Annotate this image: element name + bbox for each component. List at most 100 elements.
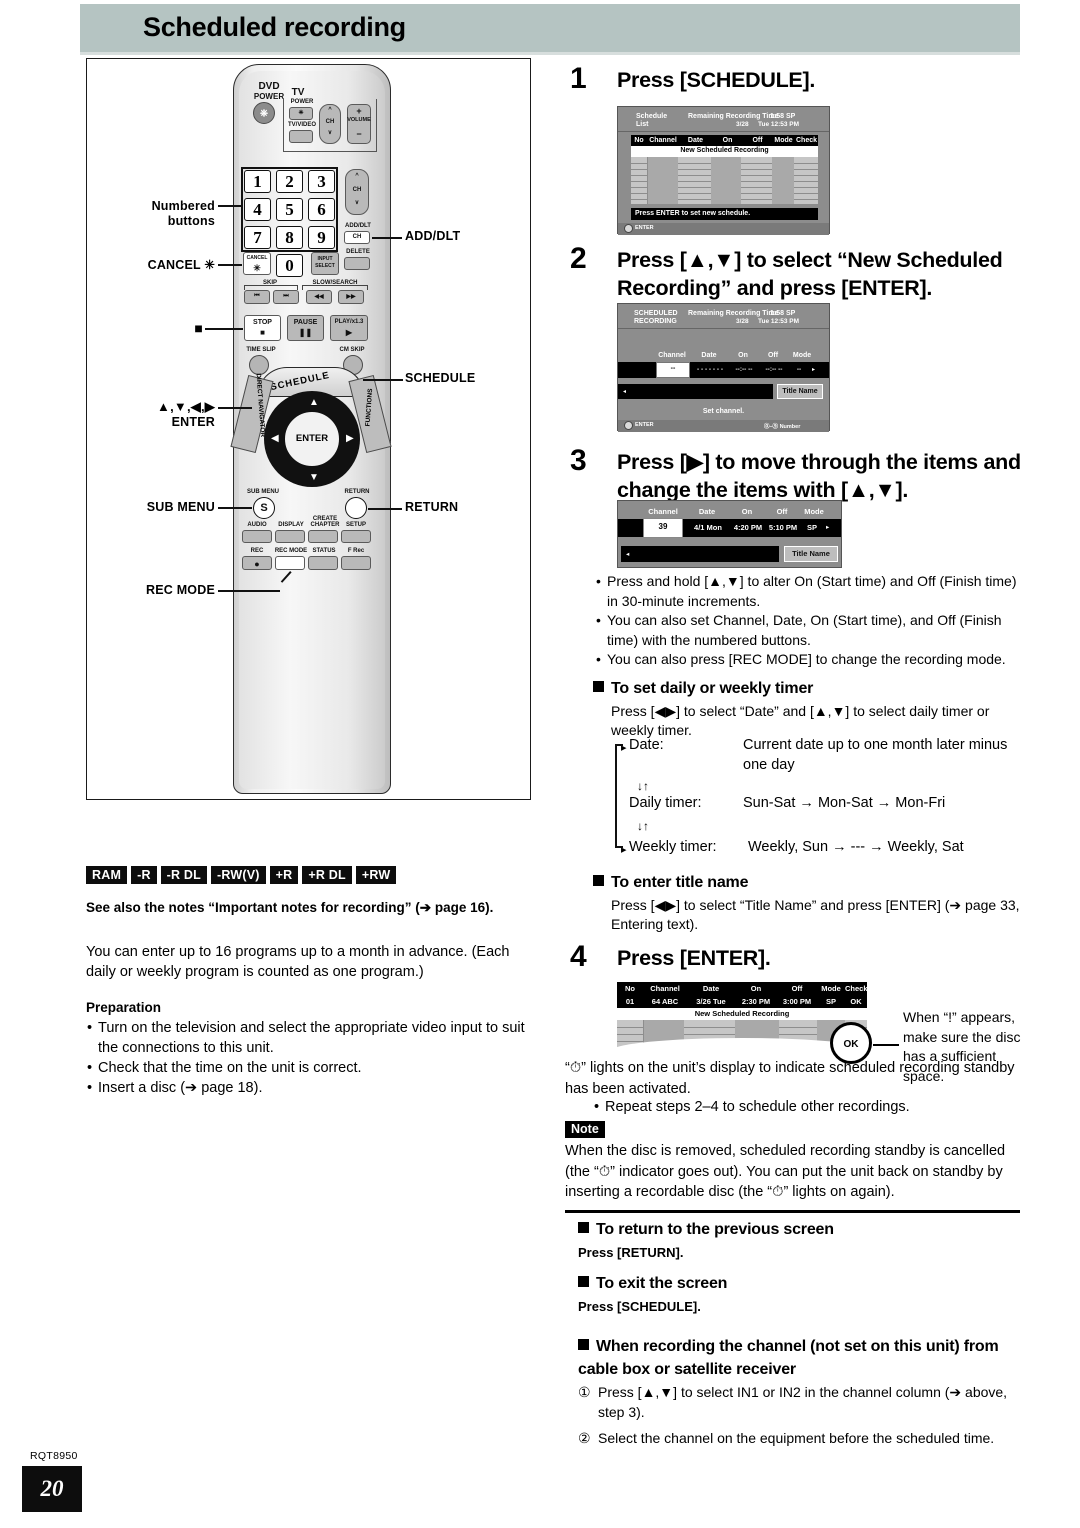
create-chapter-label-line2: CHAPTER (310, 522, 340, 528)
return-button[interactable] (345, 497, 367, 519)
table-row[interactable]: 01 64 ABC 3/26 Tue 2:30 PM 3:00 PM SP OK (617, 995, 867, 1008)
osd2-left-arrow-icon[interactable]: ◂ (623, 388, 626, 395)
list-item: Repeat steps 2–4 to schedule other recor… (593, 1098, 1023, 1117)
search-back-icon: ◀◀ (314, 294, 324, 300)
step-4-text: Press [ENTER]. (617, 946, 771, 970)
page-title: Scheduled recording (143, 12, 406, 42)
section-divider (565, 1210, 1020, 1213)
timer-row-value-daily: Sun-Sat → Mon-Sat → Mon-Fri (743, 795, 946, 811)
number-key-3[interactable]: 3 (308, 170, 335, 193)
leader-sub-menu (218, 507, 252, 509)
setup-label: SETUP (345, 522, 366, 528)
osd4-cell-off: 3:00 PM (782, 997, 812, 1006)
exit-heading: To exit the screen (578, 1275, 1018, 1293)
osd1-enter-hint: ENTER (635, 225, 654, 231)
osd3-right-arrow-icon[interactable]: ▸ (826, 523, 829, 531)
osd2-enter-knob-icon (624, 421, 633, 430)
osd3-title-name-button[interactable]: Title Name (784, 546, 838, 562)
osd2-right-arrow-icon[interactable]: ▸ (812, 366, 815, 373)
pause-label: PAUSE (293, 319, 318, 326)
osd1-title-line2: List (636, 121, 649, 128)
display-button[interactable] (275, 530, 305, 543)
number-key-4[interactable]: 4 (244, 198, 271, 221)
tv-ch-up-icon: ^ (328, 107, 332, 113)
number-key-5[interactable]: 5 (276, 198, 303, 221)
osd3-col-date: Date (698, 507, 716, 516)
disc-badge: RAM (86, 866, 128, 884)
osd2-remaining-value: 1:58 SP (770, 310, 796, 317)
tv-power-glyph-icon: ⎈ (298, 110, 304, 116)
dpad-down-icon[interactable]: ▼ (309, 473, 319, 483)
input-select-label-line2: SELECT (315, 263, 335, 269)
title-name-body: Press [◀▶] to select “Title Name” and pr… (611, 897, 1020, 932)
left-column: DVD POWER ⎈ TV POWER ⎈ TV/VIDEO ^ CH ∨ +… (86, 58, 538, 1098)
osd4-new-scheduled-row[interactable]: New Scheduled Recording (617, 1008, 867, 1020)
ch-rocker-label: CH (352, 187, 362, 193)
osd4-cell-channel: 64 ABC (651, 997, 679, 1006)
number-key-8[interactable]: 8 (276, 226, 303, 249)
play-label: PLAY/x1.3 (334, 319, 364, 325)
osd2-on-value: --:-- -- (735, 366, 753, 373)
step-1-number: 1 (570, 62, 587, 95)
number-key-9[interactable]: 9 (308, 226, 335, 249)
osd-screen-item-editing: Channel Date On Off Mode 39 4/1 Mon 4:20… (617, 500, 842, 568)
osd4-cell-date: 3/26 Tue (696, 997, 726, 1006)
disc-badge: -R (131, 866, 157, 884)
osd4-col-date: Date (702, 984, 720, 993)
disc-badge: +R DL (302, 866, 352, 884)
enter-button[interactable]: ENTER (284, 411, 340, 467)
status-button[interactable] (308, 556, 338, 570)
osd1-new-scheduled-row[interactable]: New Scheduled Recording (631, 146, 818, 157)
rec-dot-icon: ● (254, 559, 260, 569)
number-key-6[interactable]: 6 (308, 198, 335, 221)
osd2-col-on: On (738, 352, 748, 359)
osd4-col-check: Check (845, 984, 867, 993)
exit-body: Press [SCHEDULE]. (578, 1299, 701, 1314)
number-key-7[interactable]: 7 (244, 226, 271, 249)
stop-label: STOP (253, 319, 272, 326)
osd2-enter-hint: ENTER (635, 422, 654, 428)
number-key-1[interactable]: 1 (244, 170, 271, 193)
intro-paragraph: You can enter up to 16 programs up to a … (86, 944, 510, 980)
title-name-heading: To enter title name (593, 874, 1013, 892)
cable-text-2: Select the channel on the equipment befo… (598, 1430, 995, 1446)
callout-arrows-line2: ENTER (171, 415, 215, 429)
step-4-number: 4 (570, 940, 587, 973)
delete-button[interactable] (344, 257, 370, 270)
osd3-title-name-field[interactable] (621, 546, 779, 562)
osd3-left-arrow-icon[interactable]: ◂ (626, 550, 629, 558)
time-slip-button[interactable] (249, 355, 269, 375)
leader-arrows-enter (218, 407, 252, 409)
osd3-col-channel: Channel (648, 507, 678, 516)
see-also-note: See also the notes “Important notes for … (86, 900, 494, 915)
number-key-2[interactable]: 2 (276, 170, 303, 193)
dpad-up-icon[interactable]: ▲ (309, 398, 319, 408)
osd2-channel-value: -- (670, 365, 676, 372)
status-label: STATUS (312, 548, 336, 554)
pause-icon: ❚❚ (298, 328, 313, 337)
dpad-left-icon[interactable]: ◀ (271, 434, 279, 444)
leader-stop (205, 328, 243, 330)
osd2-off-value: --:-- -- (765, 366, 783, 373)
rec-mode-button[interactable] (275, 556, 305, 570)
dpad-right-icon[interactable]: ▶ (346, 434, 354, 444)
number-key-0[interactable]: 0 (276, 254, 303, 277)
setup-button[interactable] (341, 530, 371, 543)
audio-button[interactable] (242, 530, 272, 543)
leader-numbered-buttons (218, 205, 242, 207)
play-icon: ▶ (345, 328, 353, 337)
f-rec-button[interactable] (341, 556, 371, 570)
note-text: When the disc is removed, scheduled reco… (565, 1143, 1006, 1200)
cable-marker-2: ② (578, 1430, 591, 1446)
sub-menu-label: SUB MENU (246, 489, 279, 495)
return-body: Press [RETURN]. (578, 1245, 684, 1260)
osd1-enter-knob-icon (624, 224, 633, 233)
osd2-mode-value: -- (796, 366, 802, 373)
tv-video-button[interactable] (289, 130, 313, 143)
create-chapter-button[interactable] (308, 530, 338, 543)
display-label: DISPLAY (278, 522, 304, 528)
disc-badge: +R (269, 866, 299, 884)
osd2-title-name-field[interactable] (618, 384, 773, 399)
leader-rec-mode (218, 590, 280, 592)
osd2-title-name-button[interactable]: Title Name (777, 384, 823, 399)
